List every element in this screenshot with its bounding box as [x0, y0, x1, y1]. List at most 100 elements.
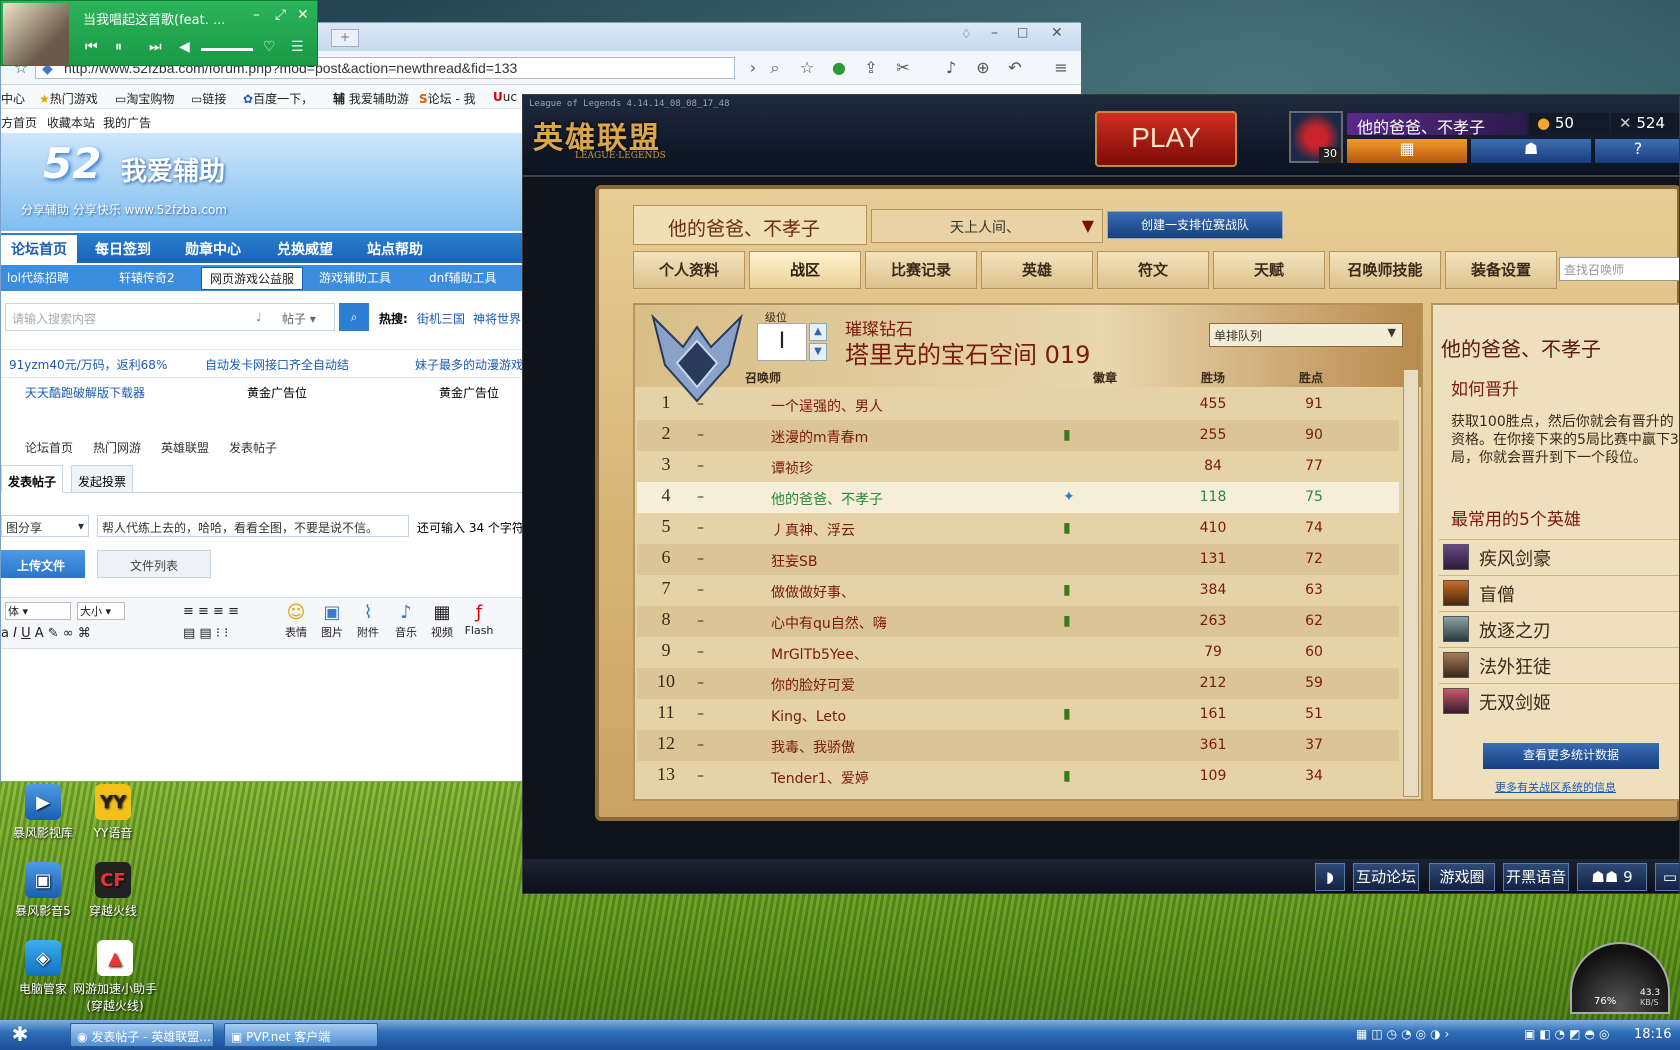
- nav-checkin[interactable]: 每日签到: [95, 239, 151, 259]
- emoji-button[interactable]: ☺ 表情: [279, 602, 313, 640]
- search-button[interactable]: ⌕: [339, 303, 369, 331]
- ad-link[interactable]: 自动发卡网接口齐全自动结: [205, 356, 349, 373]
- help-button[interactable]: ?: [1595, 139, 1679, 163]
- close-button[interactable]: ✕: [1051, 25, 1063, 41]
- fav-item[interactable]: S论坛 - 我: [419, 90, 476, 107]
- fav-item[interactable]: 中心: [1, 90, 25, 107]
- champ-item[interactable]: 盲僧: [1439, 575, 1679, 609]
- taskbar-item-browser[interactable]: ◉ 发表帖子 - 英雄联盟...: [70, 1023, 214, 1047]
- music-button[interactable]: ♪ 音乐: [389, 602, 423, 640]
- new-tab-button[interactable]: +: [331, 29, 359, 47]
- list-buttons[interactable]: ▤ ▤ ⁝ ⁝: [183, 626, 263, 641]
- upload-button[interactable]: 上传文件: [1, 550, 85, 578]
- create-team-button[interactable]: 创建一支排位赛战队: [1107, 211, 1283, 239]
- desktop-icon-game-accel[interactable]: ▲ 网游加速小助手(穿越火线): [70, 940, 160, 1014]
- expand-icon[interactable]: ⤢: [275, 7, 286, 23]
- tab-new-thread[interactable]: 发表帖子: [1, 465, 63, 493]
- tab-item-sets[interactable]: 装备设置: [1445, 251, 1557, 289]
- tray-icons-2[interactable]: ▣◧◔◩◓◎: [1524, 1027, 1613, 1041]
- speaker-icon[interactable]: ♪: [941, 59, 961, 77]
- fav-item[interactable]: ▭淘宝购物: [115, 90, 174, 107]
- start-icon[interactable]: ✱: [6, 1022, 34, 1048]
- social-icon[interactable]: ◗: [1315, 863, 1345, 891]
- video-button[interactable]: ▦ 视频: [425, 602, 459, 640]
- forward-icon[interactable]: ›: [743, 59, 763, 77]
- subnav-item[interactable]: 游戏辅助工具: [319, 269, 391, 286]
- ladder-scrollbar[interactable]: [1403, 369, 1419, 797]
- nav-help[interactable]: 站点帮助: [367, 239, 423, 259]
- champ-item[interactable]: 法外狂徒: [1439, 647, 1679, 681]
- more-stats-button[interactable]: 查看更多统计数据: [1483, 743, 1659, 769]
- tab-match-history[interactable]: 比赛记录: [865, 251, 977, 289]
- crumb[interactable]: 英雄联盟: [161, 439, 209, 456]
- site-search-input[interactable]: 请输入搜索内容 ♩ 帖子 ▾: [5, 303, 335, 331]
- menu-icon[interactable]: ≡: [1051, 59, 1071, 77]
- desktop-icon-yy[interactable]: YY YY语音: [70, 784, 156, 841]
- prev-icon[interactable]: ⏮: [85, 39, 98, 55]
- taskbar-item-pvpnet[interactable]: ▣ PVP.net 客户端: [224, 1023, 378, 1047]
- tab-masteries[interactable]: 天赋: [1213, 251, 1325, 289]
- volume-icon[interactable]: ◀: [179, 39, 190, 55]
- more-info-link[interactable]: 更多有关战区系统的信息: [1495, 779, 1616, 795]
- heart-icon[interactable]: ♡: [263, 39, 276, 55]
- tab-new-poll[interactable]: 发起投票: [71, 465, 133, 493]
- hot-link[interactable]: 神将世界: [473, 310, 521, 327]
- maximize-button[interactable]: □: [1017, 25, 1028, 39]
- table-row[interactable]: 3 – 谭祯珍 84 77: [637, 451, 1399, 482]
- table-row[interactable]: 10 – 你的脸好可爱 212 59: [637, 668, 1399, 699]
- chat-icon[interactable]: ▭: [1655, 863, 1679, 891]
- fav-item[interactable]: ✿百度一下，: [243, 90, 313, 107]
- ad-link[interactable]: 妹子最多的动漫游戏: [415, 356, 523, 373]
- close-icon[interactable]: ✕: [297, 7, 309, 23]
- share-icon[interactable]: ⇪: [861, 59, 881, 77]
- nav-medals[interactable]: 勋章中心: [185, 239, 241, 259]
- flash-button[interactable]: ƒ Flash: [461, 602, 497, 637]
- tab-runes[interactable]: 符文: [1097, 251, 1209, 289]
- voice-button[interactable]: 开黑语音: [1503, 863, 1569, 891]
- tab-champions[interactable]: 英雄: [981, 251, 1093, 289]
- division-down-button[interactable]: ▼: [809, 343, 827, 361]
- play-button[interactable]: PLAY: [1095, 111, 1237, 167]
- table-row[interactable]: 2 – 迷漫的m青春m ▮ 255 90: [637, 420, 1399, 451]
- subnav-item-active[interactable]: 网页游戏公益服: [201, 267, 304, 290]
- forum-button[interactable]: 互动论坛: [1353, 863, 1419, 891]
- attachment-button[interactable]: ⌇ 附件: [351, 602, 385, 640]
- champ-item[interactable]: 无双剑姬: [1439, 683, 1679, 717]
- friends-button[interactable]: ☗☗ 9: [1577, 863, 1647, 891]
- fav-item[interactable]: Uuc: [493, 90, 517, 104]
- tab-profile[interactable]: 个人资料: [633, 251, 745, 289]
- tab-spells[interactable]: 召唤师技能: [1329, 251, 1441, 289]
- mic-icon[interactable]: ♩: [256, 310, 262, 324]
- table-row[interactable]: 1 – 一个逞强的、男人 455 91: [637, 389, 1399, 420]
- table-row[interactable]: 6 – 狂妄SB 131 72: [637, 544, 1399, 575]
- crumb[interactable]: 论坛首页: [25, 439, 73, 456]
- pause-icon[interactable]: ⏸: [115, 39, 122, 55]
- chat-icon[interactable]: ●: [829, 59, 849, 77]
- volume-slider[interactable]: [201, 48, 253, 51]
- undo-icon[interactable]: ↶: [1005, 59, 1025, 77]
- filelist-button[interactable]: 文件列表: [97, 550, 211, 578]
- font-select[interactable]: 体 ▾: [5, 602, 71, 620]
- ad-slot[interactable]: 黄金广告位: [439, 384, 499, 401]
- scissors-icon[interactable]: ✂: [893, 59, 913, 77]
- team-select[interactable]: 天上人间、 ▼: [871, 209, 1103, 243]
- champ-item[interactable]: 放逐之刃: [1439, 611, 1679, 645]
- table-row[interactable]: 12 – 我毒、我骄傲 361 37: [637, 730, 1399, 761]
- queue-select[interactable]: 单排队列 ▼: [1209, 323, 1403, 347]
- table-row[interactable]: 4 – 他的爸爸、不孝子 ✦ 118 75: [637, 482, 1399, 513]
- tray-icons[interactable]: ▦◫◷◔◎◑›: [1356, 1027, 1453, 1041]
- champ-item[interactable]: 疾风剑豪: [1439, 539, 1679, 573]
- minimize-icon[interactable]: –: [253, 7, 260, 23]
- subnav-item[interactable]: dnf辅助工具: [429, 269, 496, 286]
- search-icon[interactable]: ⌕: [765, 59, 785, 77]
- nav-forum-home[interactable]: 论坛首页: [1, 235, 77, 263]
- find-summoner-input[interactable]: 查找召唤师: [1559, 257, 1679, 281]
- desktop-icon-crossfire[interactable]: CF 穿越火线: [70, 862, 156, 919]
- crumb[interactable]: 热门网游: [93, 439, 141, 456]
- table-row[interactable]: 9 – MrGlTb5Yee、 79 60: [637, 637, 1399, 668]
- minimize-button[interactable]: –: [991, 25, 998, 41]
- fav-item[interactable]: ★热门游戏: [39, 90, 98, 107]
- table-row[interactable]: 13 – Tender1、爱婷 ▮ 109 34: [637, 761, 1399, 792]
- link-home[interactable]: 方首页: [1, 114, 37, 131]
- table-row[interactable]: 11 – King、Leto ▮ 161 51: [637, 699, 1399, 730]
